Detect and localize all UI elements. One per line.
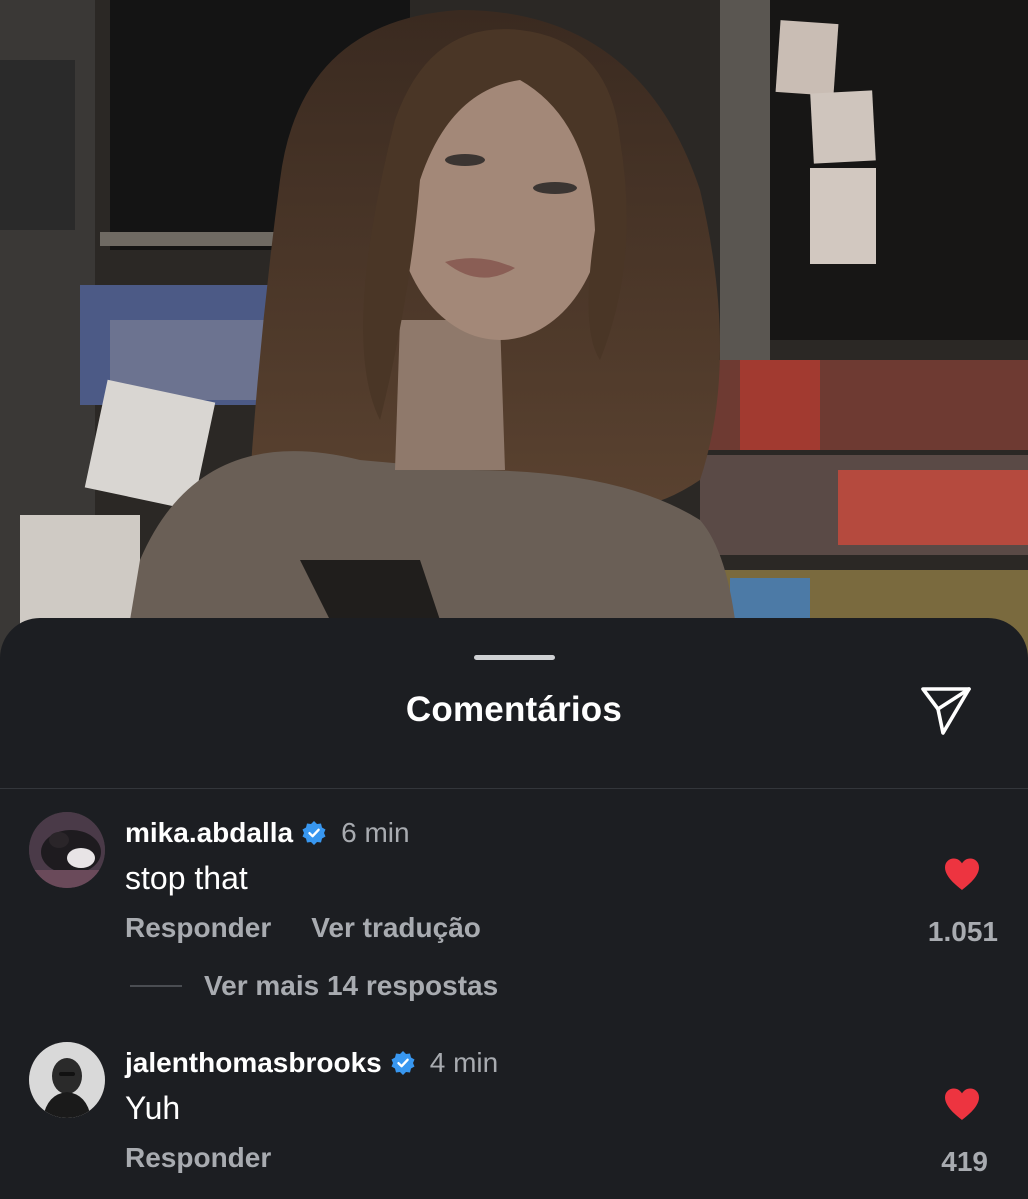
comment-actions: Responder Ver tradução: [125, 912, 481, 944]
heart-filled-icon: [943, 1087, 981, 1126]
comment-text: stop that: [125, 860, 248, 896]
post-photo: [0, 0, 1028, 680]
sheet-divider: [0, 788, 1028, 789]
share-button[interactable]: [918, 684, 974, 740]
avatar[interactable]: [29, 1042, 105, 1118]
verified-badge-icon: [301, 820, 327, 846]
comment-username[interactable]: mika.abdalla: [125, 817, 293, 849]
view-more-replies[interactable]: Ver mais 14 respostas: [130, 970, 498, 1002]
verified-badge-icon: [390, 1050, 416, 1076]
comment-time: 4 min: [429, 1047, 499, 1078]
heart-filled-icon: [943, 857, 981, 896]
like-button[interactable]: [937, 856, 987, 896]
screen: Comentários mika.abdalla 6 min stop that…: [0, 0, 1028, 1199]
paper-plane-icon: [919, 683, 973, 742]
comment-time: 6 min: [341, 817, 410, 848]
avatar[interactable]: [29, 812, 105, 888]
like-count: 419: [941, 1146, 988, 1177]
comment-actions: Responder: [125, 1142, 271, 1174]
sheet-title: Comentários: [405, 690, 623, 729]
reply-button[interactable]: Responder: [125, 1142, 271, 1174]
reply-button[interactable]: Responder: [125, 912, 271, 944]
comment-username[interactable]: jalenthomasbrooks: [125, 1047, 382, 1079]
translate-button[interactable]: Ver tradução: [311, 912, 481, 944]
comment-header: mika.abdalla 6 min: [125, 816, 410, 850]
like-button[interactable]: [937, 1086, 987, 1126]
comment-text: Yuh: [125, 1090, 181, 1126]
replies-line: [130, 985, 182, 987]
like-count: 1.051: [927, 916, 998, 947]
sheet-grabber[interactable]: [474, 655, 555, 660]
view-more-replies-label: Ver mais 14 respostas: [204, 970, 499, 1001]
comment-header: jalenthomasbrooks 4 min: [125, 1046, 498, 1080]
